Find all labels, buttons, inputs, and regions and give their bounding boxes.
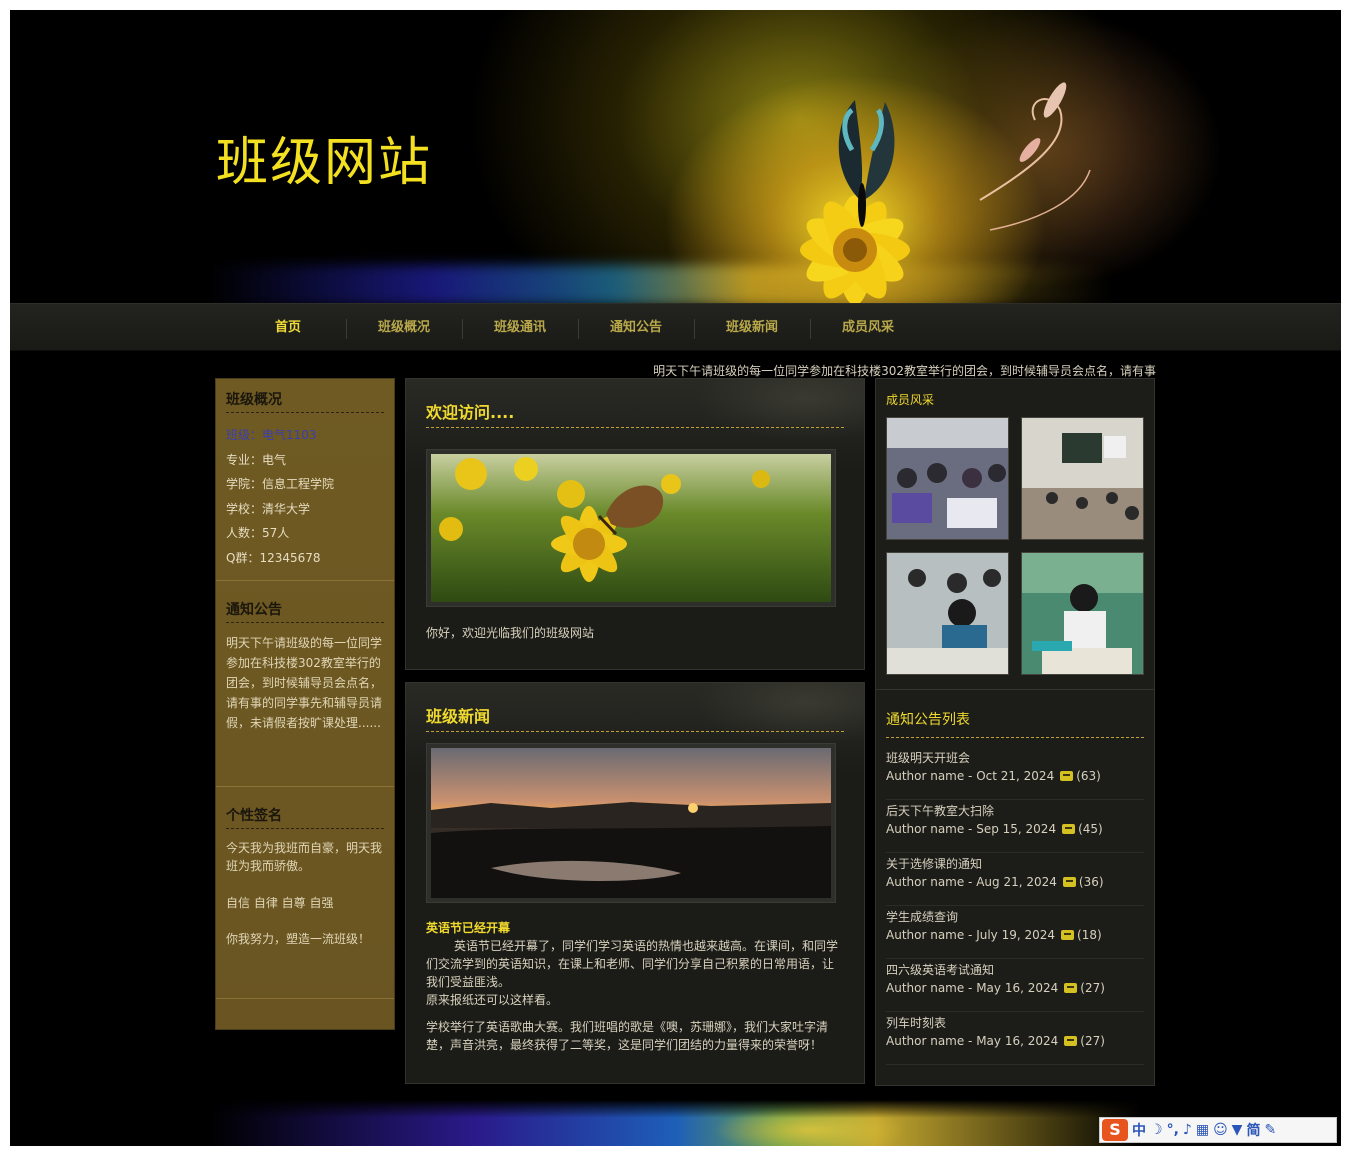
page-frame: 班级网站 首页 班级概况 班级通讯 通知公告 班级新闻 成员风采 明天下午请班级… xyxy=(10,10,1341,1146)
notice-item-meta: Author name - Sep 15, 2024 xyxy=(886,822,1057,836)
notice-item-meta: Author name - Oct 21, 2024 xyxy=(886,769,1055,783)
nav-members[interactable]: 成员风采 xyxy=(810,304,926,352)
news-photo xyxy=(426,743,836,903)
news-divider xyxy=(426,731,844,732)
nav-list: 首页 班级概况 班级通讯 通知公告 班级新闻 成员风采 xyxy=(230,304,926,352)
notice-item-title[interactable]: 列车时刻表 xyxy=(886,1015,1144,1032)
butterfly-photo xyxy=(431,454,831,602)
notice-item-comments: (36) xyxy=(1078,875,1104,889)
notice-text: 明天下午请班级的每一位同学参加在科技楼302教室举行的团会，到时候辅导员会点名，… xyxy=(226,636,383,730)
notice-item[interactable]: 列车时刻表 Author name - May 16, 2024 (27) xyxy=(886,1012,1144,1065)
comment-icon xyxy=(1062,824,1076,834)
ime-toolbar[interactable]: S 中 ☽ °, ♪ ▦ ☺ ▼ 简 ✎ xyxy=(1099,1117,1337,1143)
shirt-icon[interactable]: ▼ xyxy=(1232,1122,1243,1138)
members-title[interactable]: 成员风采 xyxy=(886,391,934,408)
header-banner: 班级网站 xyxy=(10,10,1341,305)
news-panel: 班级新闻 英语节已经开幕 英语节已经开幕了，同学们学习英语的热情也越来越高。在课… xyxy=(405,682,865,1084)
info-count: 人数：57人 xyxy=(226,526,290,540)
news-paragraph-1b: 原来报纸还可以这样看。 xyxy=(426,993,559,1007)
info-school: 学校：清华大学 xyxy=(226,501,311,516)
notice-item-title[interactable]: 班级明天开班会 xyxy=(886,750,1144,767)
user-icon[interactable]: ☺ xyxy=(1213,1122,1228,1138)
notice-item-meta: Author name - May 16, 2024 xyxy=(886,1034,1059,1048)
news-paragraph-1: 英语节已经开幕了，同学们学习英语的热情也越来越高。在课间，和同学们交流学到的英语… xyxy=(426,939,839,989)
notice-item[interactable]: 四六级英语考试通知 Author name - May 16, 2024 (27) xyxy=(886,959,1144,1012)
moon-icon[interactable]: ☽ xyxy=(1150,1122,1163,1138)
news-paragraph-2: 学校举行了英语歌曲大赛。我们班唱的歌是《噢，苏珊娜》，我们大家吐字清楚，声音洪亮… xyxy=(426,1020,829,1052)
member-photo-3[interactable] xyxy=(886,552,1009,675)
member-photo-4[interactable] xyxy=(1021,552,1144,675)
welcome-title: 欢迎访问.... xyxy=(426,403,515,422)
site-title: 班级网站 xyxy=(216,133,433,193)
notice-item-title[interactable]: 学生成绩查询 xyxy=(886,909,1144,926)
news-headline[interactable]: 英语节已经开幕 xyxy=(426,919,844,937)
notice-item-meta: Author name - Aug 21, 2024 xyxy=(886,875,1057,889)
info-major: 专业：电气 xyxy=(226,452,287,467)
info-college: 学院：信息工程学院 xyxy=(226,477,335,491)
info-class: 班级：电气1103 xyxy=(226,428,317,442)
signature-line-2: 自信 自律 自尊 自强 xyxy=(226,896,334,910)
punctuation-icon[interactable]: °, xyxy=(1167,1122,1179,1138)
nav-home[interactable]: 首页 xyxy=(230,304,346,352)
right-divider xyxy=(876,689,1154,690)
left-sidebar: 班级概况 班级：电气1103 专业：电气 学院：信息工程学院 学校：清华大学 人… xyxy=(215,378,395,1030)
notice-list-title: 通知公告列表 xyxy=(886,712,970,728)
welcome-divider xyxy=(426,427,844,428)
notice-item-comments: (27) xyxy=(1080,981,1105,995)
member-photo-1[interactable] xyxy=(886,417,1009,540)
microphone-icon[interactable]: ♪ xyxy=(1183,1122,1192,1138)
comment-icon xyxy=(1061,930,1075,940)
nav-announcements[interactable]: 通知公告 xyxy=(578,304,694,352)
comment-icon xyxy=(1062,877,1076,887)
welcome-photo xyxy=(426,449,836,607)
notice-list-divider xyxy=(886,737,1144,738)
signature-line-3: 你我努力，塑造一流班级！ xyxy=(226,932,371,946)
notice-block: 通知公告 明天下午请班级的每一位同学参加在科技楼302教室举行的团会，到时候辅导… xyxy=(216,581,394,787)
welcome-text: 你好，欢迎光临我们的班级网站 xyxy=(426,626,595,640)
welcome-panel: 欢迎访问.... 你好，欢迎光临我们的班级网站 xyxy=(405,378,865,670)
comment-icon xyxy=(1064,983,1078,993)
signature-block: 个性签名 今天我为我班而自豪，明天我班为我而骄傲。 自信 自律 自尊 自强 你我… xyxy=(216,787,394,999)
ime-simplified[interactable]: 简 xyxy=(1246,1120,1260,1140)
news-body: 英语节已经开幕 英语节已经开幕了，同学们学习英语的热情也越来越高。在课间，和同学… xyxy=(426,919,844,1054)
notice-item-meta: Author name - July 19, 2024 xyxy=(886,928,1056,942)
info-qq-group: Q群：12345678 xyxy=(226,550,321,565)
notice-item-comments: (45) xyxy=(1078,822,1103,836)
nav-class-overview[interactable]: 班级概况 xyxy=(346,304,462,352)
right-sidebar: 成员风采 通知公告列表 班级明天开班会 Author name - Oct 21… xyxy=(875,378,1155,1086)
class-overview-block: 班级概况 班级：电气1103 专业：电气 学院：信息工程学院 学校：清华大学 人… xyxy=(216,379,394,581)
wrench-icon[interactable]: ✎ xyxy=(1264,1122,1276,1138)
notice-item-comments: (63) xyxy=(1076,769,1101,783)
notice-item-meta: Author name - May 16, 2024 xyxy=(886,981,1059,995)
keyboard-icon[interactable]: ▦ xyxy=(1196,1122,1209,1138)
notice-item[interactable]: 班级明天开班会 Author name - Oct 21, 2024 (63) xyxy=(886,747,1144,800)
butterfly-flower-illustration xyxy=(800,82,1091,305)
sunset-lake-photo xyxy=(431,748,831,898)
notice-item-comments: (18) xyxy=(1077,928,1102,942)
notice-item-title[interactable]: 关于选修课的通知 xyxy=(886,856,1144,873)
notice-item-title[interactable]: 后天下午教室大扫除 xyxy=(886,803,1144,820)
notice-item-title[interactable]: 四六级英语考试通知 xyxy=(886,962,1144,979)
main-navbar: 首页 班级概况 班级通讯 通知公告 班级新闻 成员风采 xyxy=(10,303,1341,351)
news-section-title: 班级新闻 xyxy=(426,707,491,726)
sogou-logo-icon[interactable]: S xyxy=(1102,1119,1128,1141)
notice-item[interactable]: 关于选修课的通知 Author name - Aug 21, 2024 (36) xyxy=(886,853,1144,906)
nav-class-news[interactable]: 班级新闻 xyxy=(694,304,810,352)
notice-item-comments: (27) xyxy=(1080,1034,1105,1048)
signature-line-1: 今天我为我班而自豪，明天我班为我而骄傲。 xyxy=(226,841,383,873)
notice-title: 通知公告 xyxy=(226,599,384,623)
member-photo-2[interactable] xyxy=(1021,417,1144,540)
comment-icon xyxy=(1064,1036,1078,1046)
notice-item[interactable]: 学生成绩查询 Author name - July 19, 2024 (18) xyxy=(886,906,1144,959)
overview-title: 班级概况 xyxy=(226,389,384,413)
notice-item[interactable]: 后天下午教室大扫除 Author name - Sep 15, 2024 (45) xyxy=(886,800,1144,853)
comment-icon xyxy=(1060,771,1074,781)
ime-chinese-mode[interactable]: 中 xyxy=(1132,1120,1146,1140)
signature-title: 个性签名 xyxy=(226,805,384,829)
nav-class-newsletter[interactable]: 班级通讯 xyxy=(462,304,578,352)
